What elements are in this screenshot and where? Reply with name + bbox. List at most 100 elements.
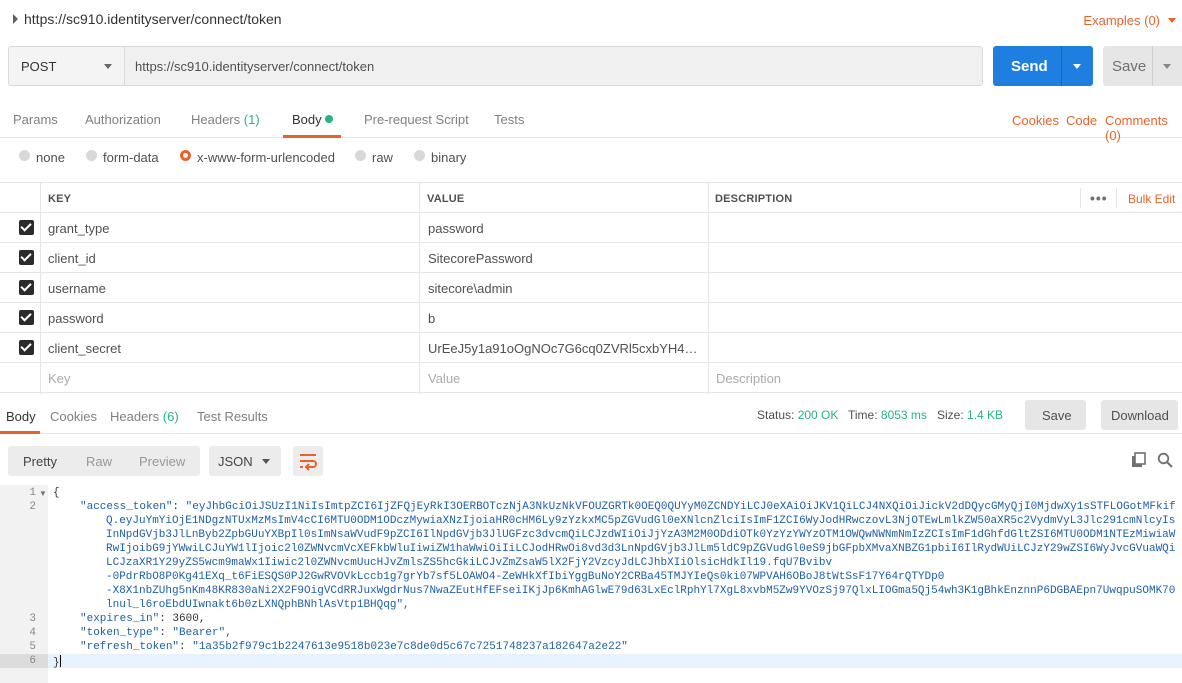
tab-headers[interactable]: Headers (1) <box>191 112 260 127</box>
row-checkbox[interactable] <box>19 250 34 265</box>
close-brace: } <box>53 657 60 669</box>
row-value[interactable]: sitecore\admin <box>428 281 698 296</box>
tab-params[interactable]: Params <box>13 112 58 127</box>
code-wrapped-line: -0PdrRbO8P0Kg41EXq_t6FiESQS0PJ2GwRVOVkLc… <box>106 571 945 583</box>
table-row-empty: Key Value Description <box>0 363 1182 393</box>
new-value-input[interactable]: Value <box>428 371 698 386</box>
code-wrapped-line: InNpdGVjb3JlLnByb2ZpbGUuYXBpIl0sImNsaWVu… <box>106 529 1176 541</box>
download-button[interactable]: Download <box>1101 400 1178 430</box>
response-tabs: Body Cookies Headers (6) Test Results St… <box>0 398 1182 434</box>
time-info: Time: 8053 ms <box>848 408 927 422</box>
body-indicator-dot <box>324 115 333 123</box>
resp-tab-body[interactable]: Body <box>6 409 36 424</box>
send-options-caret-icon[interactable] <box>1073 64 1081 69</box>
save-divider <box>1152 46 1153 86</box>
row-key[interactable]: grant_type <box>48 221 109 236</box>
collapse-caret-icon[interactable] <box>13 14 18 24</box>
table-row: username sitecore\admin <box>0 273 1182 303</box>
active-tab-underline <box>283 135 341 138</box>
resp-tab-cookies[interactable]: Cookies <box>50 409 97 424</box>
column-header-description: DESCRIPTION <box>715 193 793 205</box>
json-string: "eyJhbGciOiJSUzI1NiIsImtpZCI6IjZFQjEyRkI… <box>185 501 1176 513</box>
json-colon: : <box>172 501 186 513</box>
code-link[interactable]: Code <box>1066 113 1097 128</box>
tab-authorization[interactable]: Authorization <box>85 112 161 127</box>
radio-raw-circle <box>355 150 366 161</box>
format-label: JSON <box>218 454 253 469</box>
code-close-brace: } <box>53 655 61 669</box>
row-key[interactable]: password <box>48 311 104 326</box>
resp-tab-headers[interactable]: Headers (6) <box>110 409 179 424</box>
fold-arrow-icon[interactable]: ▼ <box>39 489 47 498</box>
column-header-key: KEY <box>48 193 72 205</box>
row-checkbox[interactable] <box>19 340 34 355</box>
search-icon[interactable] <box>1157 452 1173 468</box>
bulk-edit-link[interactable]: Bulk Edit <box>1128 192 1175 206</box>
code-wrapped-line: Q.eyJuYmYiOjE1NDgzNTUxMzMsImV4cCI6MTU0OD… <box>106 515 1176 527</box>
examples-dropdown[interactable]: Examples (0) <box>1083 13 1160 28</box>
url-field <box>125 47 982 85</box>
time-value: 8053 ms <box>880 408 927 422</box>
table-row: client_secret UrEeJ5y1a91oOgNOc7G6cq0ZVR… <box>0 333 1182 363</box>
json-number: 3600, <box>172 613 206 625</box>
tab-tests[interactable]: Tests <box>494 112 524 127</box>
save-response-button[interactable]: Save <box>1025 400 1086 430</box>
row-key[interactable]: client_id <box>48 251 96 266</box>
new-description-input[interactable]: Description <box>716 371 781 386</box>
method-label: POST <box>21 59 57 74</box>
send-label: Send <box>1011 58 1048 75</box>
code-line-access-token: "access_token": "eyJhbGciOiJSUzI1NiIsImt… <box>80 501 1176 513</box>
json-string: "Bearer", <box>172 627 232 639</box>
view-preview-button[interactable]: Preview <box>139 454 185 469</box>
method-select[interactable]: POST <box>9 47 125 85</box>
comments-link[interactable]: Comments (0) <box>1105 113 1182 143</box>
row-value[interactable]: password <box>428 221 698 236</box>
row-key[interactable]: client_secret <box>48 341 121 356</box>
row-checkbox[interactable] <box>19 280 34 295</box>
resp-headers-count-badge: (6) <box>162 409 179 424</box>
row-value[interactable]: UrEeJ5y1a91oOgNOc7G6cq0ZVRl5cxbYH4PcU... <box>428 341 698 356</box>
row-value[interactable]: b <box>428 311 698 326</box>
table-row: grant_type password <box>0 213 1182 243</box>
row-key[interactable]: username <box>48 281 106 296</box>
view-mode-selector: Pretty Raw Preview <box>8 446 200 476</box>
url-input[interactable] <box>125 47 982 85</box>
copy-icon[interactable] <box>1131 452 1147 468</box>
text-cursor <box>59 655 61 667</box>
size-label: Size: <box>937 408 964 422</box>
code-open-brace: { <box>53 487 60 499</box>
row-checkbox[interactable] <box>19 310 34 325</box>
code-wrapped-line: LCJzaXR1Y29yZS5wcm9maWx1Iiwic2l0ZWNvcmUu… <box>106 557 833 569</box>
code-line-expires-in: "expires_in": 3600, <box>80 613 206 625</box>
response-body-editor[interactable]: 1 ▼ 2 3 4 5 6 { "access_token": "eyJhbGc… <box>0 485 1182 683</box>
column-divider <box>1080 188 1081 208</box>
save-request-button[interactable]: Save <box>1103 46 1182 86</box>
save-options-caret-icon[interactable] <box>1163 64 1171 69</box>
cookies-link[interactable]: Cookies <box>1012 113 1059 128</box>
row-checkbox[interactable] <box>19 220 34 235</box>
resp-tab-test-results[interactable]: Test Results <box>197 409 268 424</box>
size-info: Size: 1.4 KB <box>937 408 1003 422</box>
tab-prerequest-script[interactable]: Pre-request Script <box>364 112 469 127</box>
view-pretty-button[interactable]: Pretty <box>23 454 57 469</box>
tab-headers-label: Headers <box>191 112 241 127</box>
status-value: 200 OK <box>797 408 839 422</box>
examples-caret-icon[interactable] <box>1168 18 1176 23</box>
format-select[interactable]: JSON <box>209 446 281 476</box>
status-label: Status: <box>757 408 795 422</box>
view-raw-button[interactable]: Raw <box>86 454 112 469</box>
new-key-input[interactable]: Key <box>48 371 70 386</box>
wrap-lines-button[interactable] <box>293 446 323 476</box>
tab-body-label: Body <box>292 112 322 127</box>
row-value[interactable]: SitecorePassword <box>428 251 698 266</box>
table-row: client_id SitecorePassword <box>0 243 1182 273</box>
tab-body[interactable]: Body <box>292 112 333 127</box>
radio-urlencoded-circle <box>180 150 191 161</box>
code-wrapped-line: RwIjoibG9jYWwiLCJuYW1lIjoic2l0ZWNvcmVcXE… <box>106 543 1176 555</box>
active-resp-tab-underline <box>0 431 40 434</box>
headers-count-badge: (1) <box>243 112 260 127</box>
format-caret-icon <box>262 459 270 464</box>
more-options-icon[interactable]: ••• <box>1090 190 1108 206</box>
table-header-row: KEY VALUE DESCRIPTION ••• Bulk Edit <box>0 182 1182 213</box>
send-button[interactable]: Send <box>993 46 1093 86</box>
